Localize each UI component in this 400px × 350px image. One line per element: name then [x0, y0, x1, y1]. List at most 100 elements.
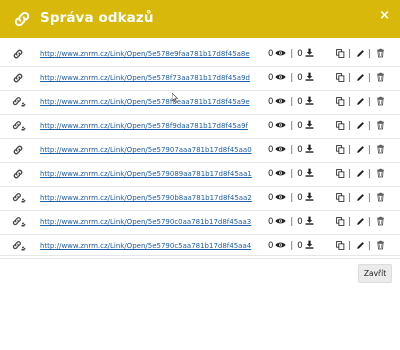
separator: | — [290, 73, 294, 83]
trash-icon[interactable] — [376, 168, 385, 180]
link-url[interactable]: http://www.znrm.cz/Link/Open/5e5790c0aa7… — [40, 218, 251, 226]
separator: | — [367, 169, 371, 179]
link-url[interactable]: http://www.znrm.cz/Link/Open/5e57907aaa7… — [40, 146, 252, 154]
trash-icon[interactable] — [376, 216, 385, 228]
link-url[interactable]: http://www.znrm.cz/Link/Open/5e579089aa7… — [40, 170, 252, 178]
download-icon — [305, 192, 314, 204]
trash-icon[interactable] — [376, 120, 385, 132]
link-url[interactable]: http://www.znrm.cz/Link/Open/5e578f73aa7… — [40, 74, 250, 82]
link-users-icon — [12, 216, 26, 229]
trash-icon[interactable] — [376, 144, 385, 156]
eye-icon — [275, 169, 286, 180]
copy-icon[interactable] — [336, 120, 345, 132]
separator: | — [367, 193, 371, 203]
copy-icon[interactable] — [336, 48, 345, 60]
download-icon — [305, 240, 314, 252]
edit-icon[interactable] — [356, 49, 365, 60]
link-icon — [12, 48, 26, 61]
view-count: 0 — [268, 193, 274, 203]
separator: | — [290, 97, 294, 107]
footer-divider — [0, 255, 400, 256]
copy-icon[interactable] — [336, 72, 345, 84]
link-url[interactable]: http://www.znrm.cz/Link/Open/5e578f8eaa7… — [40, 98, 250, 106]
link-url[interactable]: http://www.znrm.cz/Link/Open/5e5790c5aa7… — [40, 242, 251, 250]
row-actions: | | — [336, 216, 385, 228]
row-actions: | | — [336, 96, 385, 108]
copy-icon[interactable] — [336, 168, 345, 180]
link-stats: 0 | 0 — [268, 96, 314, 108]
dialog-header: Správa odkazů × — [0, 0, 400, 38]
view-count: 0 — [268, 217, 274, 227]
trash-icon[interactable] — [376, 192, 385, 204]
separator: | — [367, 217, 371, 227]
close-icon[interactable]: × — [379, 8, 390, 23]
eye-icon — [275, 145, 286, 156]
edit-icon[interactable] — [356, 217, 365, 228]
eye-icon — [275, 193, 286, 204]
download-icon — [305, 48, 314, 60]
separator: | — [290, 217, 294, 227]
separator: | — [290, 121, 294, 131]
list-item: http://www.znrm.cz/Link/Open/5e578f9daa7… — [0, 115, 400, 139]
eye-icon — [275, 121, 286, 132]
link-stats: 0 | 0 — [268, 144, 314, 156]
link-stats: 0 | 0 — [268, 192, 314, 204]
edit-icon[interactable] — [356, 241, 365, 252]
eye-icon — [275, 49, 286, 60]
edit-icon[interactable] — [356, 169, 365, 180]
link-url[interactable]: http://www.znrm.cz/Link/Open/5e5790b8aa7… — [40, 194, 252, 202]
download-count: 0 — [297, 169, 303, 179]
view-count: 0 — [268, 169, 274, 179]
trash-icon[interactable] — [376, 240, 385, 252]
download-count: 0 — [297, 49, 303, 59]
copy-icon[interactable] — [336, 192, 345, 204]
close-button[interactable]: Zavřít — [358, 264, 392, 283]
separator: | — [290, 241, 294, 251]
link-users-icon — [12, 192, 26, 205]
view-count: 0 — [268, 97, 274, 107]
link-users-icon — [12, 240, 26, 253]
separator: | — [367, 121, 371, 131]
separator: | — [348, 97, 351, 107]
eye-icon — [275, 97, 286, 108]
copy-icon[interactable] — [336, 216, 345, 228]
manage-links-dialog: Správa odkazů × http://www.znrm.cz/Link/… — [0, 0, 400, 350]
link-url[interactable]: http://www.znrm.cz/Link/Open/5e578f9daa7… — [40, 122, 248, 130]
trash-icon[interactable] — [376, 72, 385, 84]
row-actions: | | — [336, 168, 385, 180]
row-actions: | | — [336, 192, 385, 204]
edit-icon[interactable] — [356, 73, 365, 84]
link-icon — [12, 72, 26, 85]
separator: | — [348, 217, 351, 227]
download-count: 0 — [297, 73, 303, 83]
download-count: 0 — [297, 241, 303, 251]
edit-icon[interactable] — [356, 121, 365, 132]
view-count: 0 — [268, 73, 274, 83]
separator: | — [348, 121, 351, 131]
list-item: http://www.znrm.cz/Link/Open/5e5790c0aa7… — [0, 211, 400, 235]
list-item: http://www.znrm.cz/Link/Open/5e578f73aa7… — [0, 67, 400, 91]
edit-icon[interactable] — [356, 193, 365, 204]
separator: | — [348, 241, 351, 251]
download-icon — [305, 72, 314, 84]
separator: | — [348, 145, 351, 155]
edit-icon[interactable] — [356, 145, 365, 156]
copy-icon[interactable] — [336, 240, 345, 252]
separator: | — [348, 169, 351, 179]
list-item: http://www.znrm.cz/Link/Open/5e579089aa7… — [0, 163, 400, 187]
download-count: 0 — [297, 121, 303, 131]
separator: | — [348, 73, 351, 83]
copy-icon[interactable] — [336, 144, 345, 156]
separator: | — [348, 193, 351, 203]
separator: | — [367, 73, 371, 83]
link-users-icon — [12, 120, 26, 133]
trash-icon[interactable] — [376, 48, 385, 60]
dialog-title: Správa odkazů — [40, 10, 154, 26]
link-url[interactable]: http://www.znrm.cz/Link/Open/5e578e9faa7… — [40, 50, 250, 58]
edit-icon[interactable] — [356, 97, 365, 108]
view-count: 0 — [268, 145, 274, 155]
trash-icon[interactable] — [376, 96, 385, 108]
copy-icon[interactable] — [336, 96, 345, 108]
download-icon — [305, 96, 314, 108]
row-actions: | | — [336, 72, 385, 84]
